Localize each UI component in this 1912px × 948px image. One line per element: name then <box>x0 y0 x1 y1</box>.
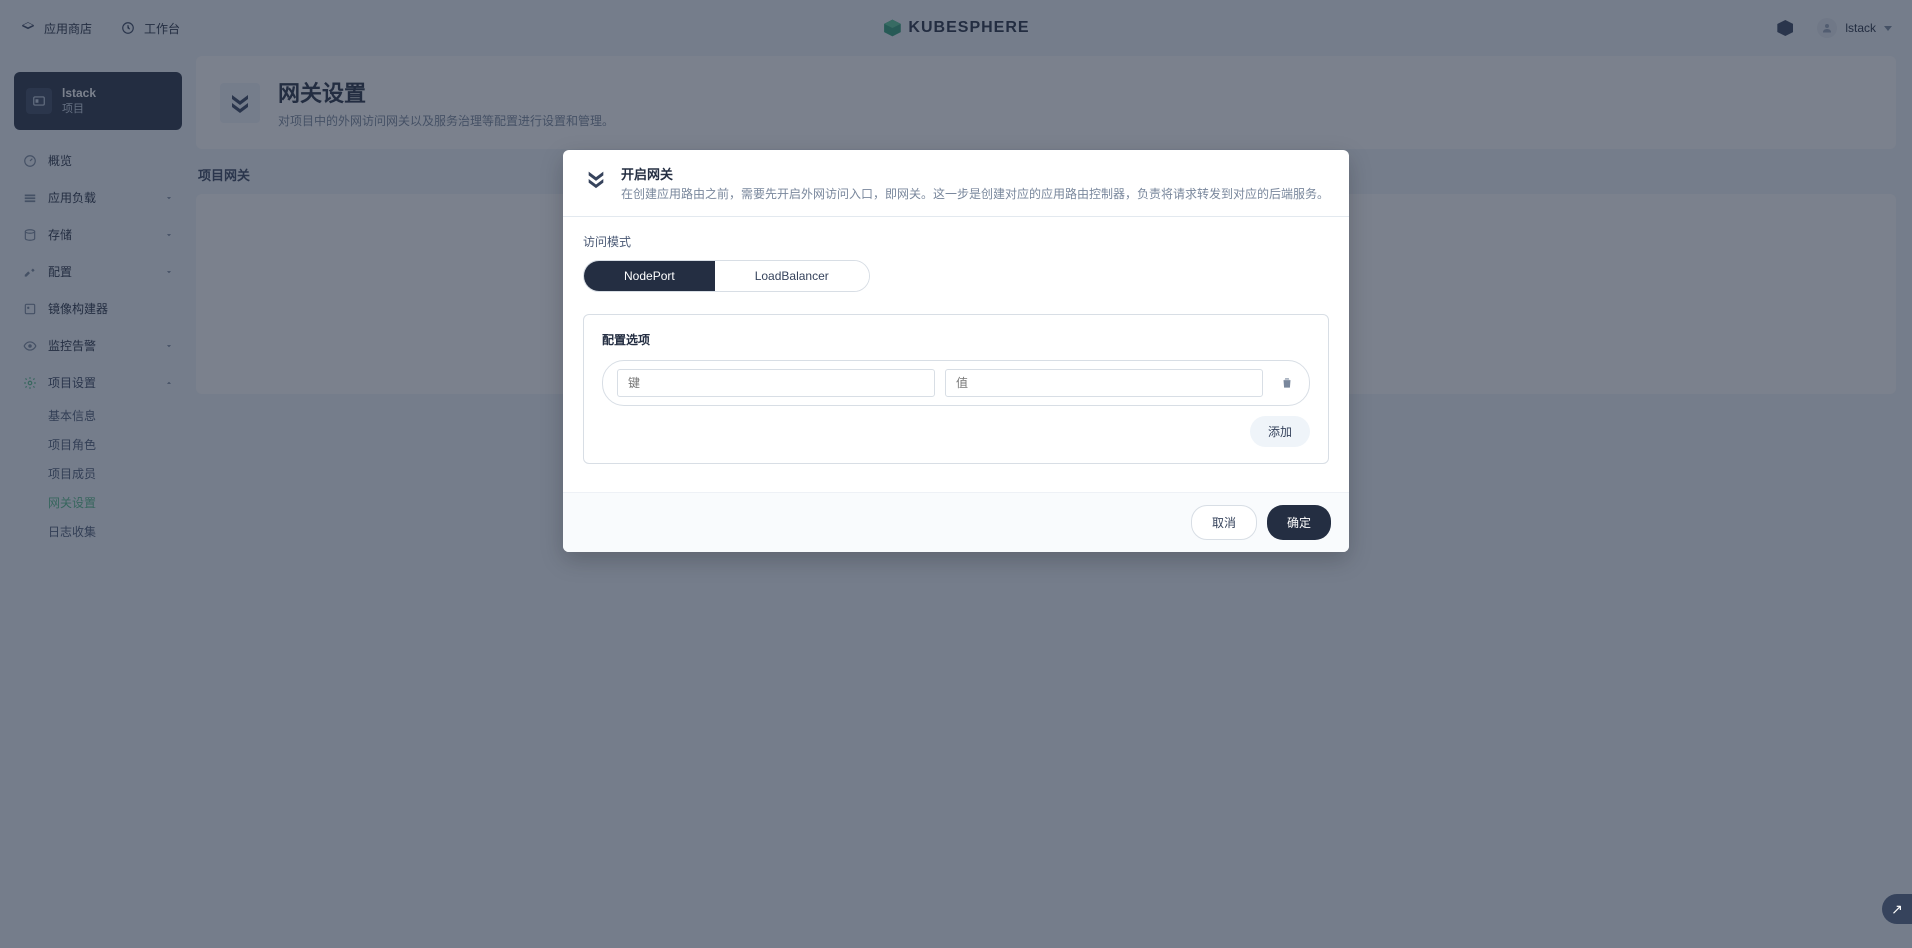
modal-overlay: 开启网关 在创建应用路由之前，需要先开启外网访问入口，即网关。这一步是创建对应的… <box>0 0 1912 948</box>
modal-title: 开启网关 <box>621 164 1329 183</box>
modal-desc: 在创建应用路由之前，需要先开启外网访问入口，即网关。这一步是创建对应的应用路由控… <box>621 185 1329 202</box>
value-input[interactable] <box>945 369 1263 397</box>
modal-footer: 取消 确定 <box>563 492 1349 552</box>
mode-loadbalancer[interactable]: LoadBalancer <box>715 261 869 291</box>
config-title: 配置选项 <box>602 331 1310 348</box>
kv-row <box>602 360 1310 406</box>
modal-header-texts: 开启网关 在创建应用路由之前，需要先开启外网访问入口，即网关。这一步是创建对应的… <box>621 164 1329 202</box>
access-mode-segment: NodePort LoadBalancer <box>583 260 870 292</box>
mode-nodeport[interactable]: NodePort <box>584 261 715 291</box>
delete-row-button[interactable] <box>1273 369 1301 397</box>
add-button[interactable]: 添加 <box>1250 416 1310 447</box>
add-row-wrap: 添加 <box>602 416 1310 447</box>
arrow-icon: ↗ <box>1891 901 1903 918</box>
config-options-box: 配置选项 添加 <box>583 314 1329 464</box>
cancel-button[interactable]: 取消 <box>1191 505 1257 540</box>
gateway-icon <box>583 166 609 192</box>
confirm-button[interactable]: 确定 <box>1267 505 1331 540</box>
modal-header: 开启网关 在创建应用路由之前，需要先开启外网访问入口，即网关。这一步是创建对应的… <box>563 150 1349 217</box>
key-input[interactable] <box>617 369 935 397</box>
trash-icon <box>1280 376 1294 390</box>
modal-body: 访问模式 NodePort LoadBalancer 配置选项 添加 <box>563 217 1349 492</box>
enable-gateway-modal: 开启网关 在创建应用路由之前，需要先开启外网访问入口，即网关。这一步是创建对应的… <box>563 150 1349 552</box>
help-fab[interactable]: ↗ <box>1882 894 1912 924</box>
access-mode-label: 访问模式 <box>583 233 1329 250</box>
